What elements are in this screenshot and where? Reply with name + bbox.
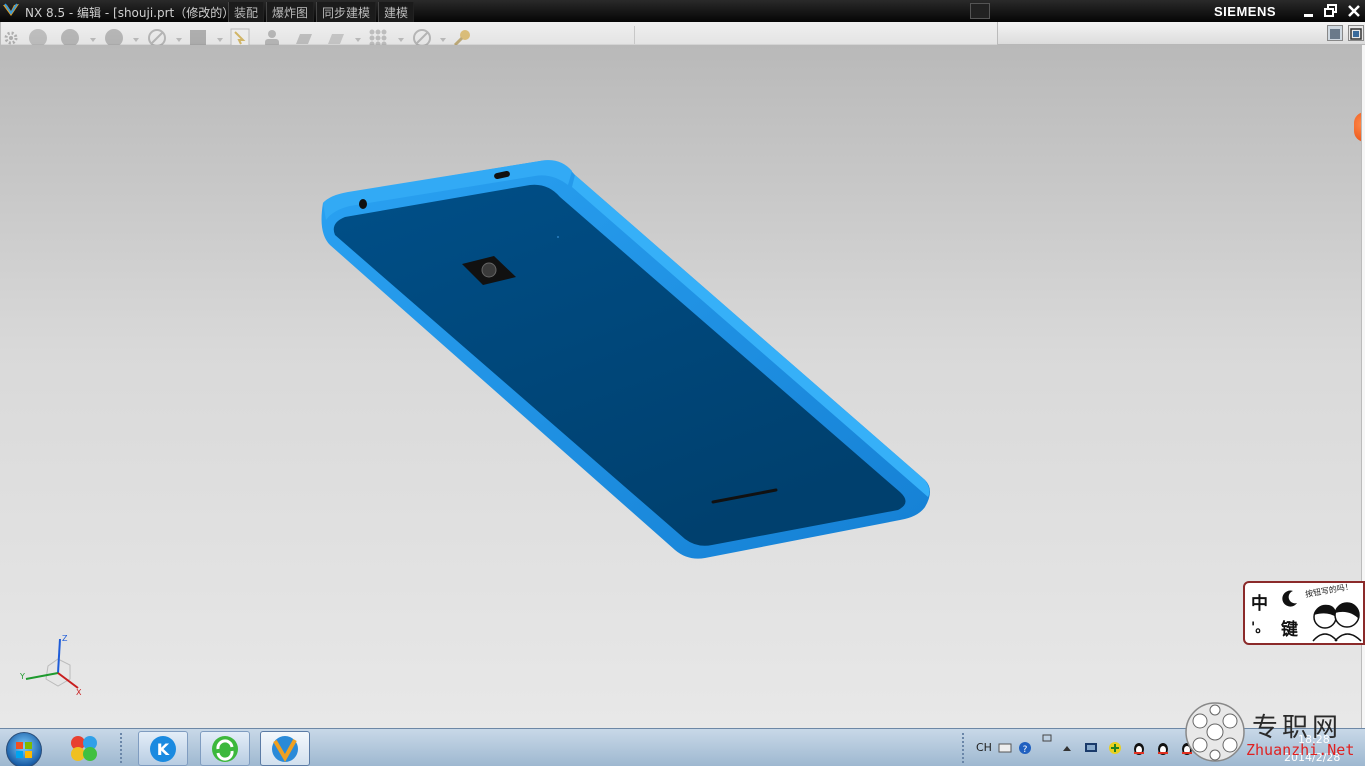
- brand-logo: SIEMENS: [1214, 4, 1277, 19]
- taskbar-app-nx[interactable]: [260, 731, 310, 766]
- keyboard-icon[interactable]: [998, 741, 1012, 755]
- axis-y-label: Y: [19, 672, 25, 681]
- nx-app-icon: [272, 736, 298, 763]
- toolbar-separator: [634, 26, 635, 44]
- svg-text:?: ?: [1023, 745, 1028, 755]
- sticker-char-zhong: 中: [1251, 594, 1268, 614]
- input-method-sticker[interactable]: 中 '。 键 按钮写的吗！: [1243, 581, 1365, 645]
- restore-icon: [1324, 4, 1337, 17]
- watermark-title: 专职网: [1252, 713, 1343, 743]
- nx-logo-icon: [3, 3, 19, 16]
- tab-modeling[interactable]: 建模: [378, 2, 415, 22]
- kugou-icon: K: [150, 736, 176, 762]
- windows-logo-icon: [16, 742, 32, 758]
- svg-text:K: K: [157, 740, 170, 759]
- gear-icon[interactable]: [3, 30, 19, 46]
- view-layout-button[interactable]: [1327, 25, 1343, 41]
- sticker-punct: '。: [1251, 620, 1270, 636]
- tab-synchronous-modeling[interactable]: 同步建模: [316, 2, 377, 22]
- taskbar-app-kugou[interactable]: K: [138, 731, 188, 766]
- restore-button[interactable]: [1322, 2, 1340, 20]
- toolbar: ⋯: [0, 22, 1365, 68]
- dropdown-arrow-icon[interactable]: [440, 38, 446, 42]
- taskbar-grip[interactable]: [120, 733, 126, 763]
- taskbar-app-update[interactable]: [200, 731, 250, 766]
- tab-list-icon[interactable]: [970, 3, 990, 19]
- axis-x-label: X: [76, 688, 82, 697]
- taskbar-app-colorful[interactable]: [64, 731, 104, 765]
- start-button[interactable]: [6, 732, 42, 766]
- colorful-app-icon: [71, 736, 97, 761]
- language-indicator[interactable]: CH: [976, 741, 992, 754]
- axis-triad: Z Y X: [19, 634, 82, 697]
- fullscreen-button[interactable]: [1348, 25, 1364, 41]
- camera-lens: [481, 262, 497, 278]
- dropdown-arrow-icon[interactable]: [133, 38, 139, 42]
- close-icon: [1348, 5, 1360, 17]
- window-switch-icon[interactable]: [1040, 733, 1054, 747]
- fullscreen-icon: [1350, 28, 1362, 40]
- cartoon-couple-icon: [1312, 602, 1362, 642]
- title-bar: NX 8.5 - 编辑 - [shouji.prt（修改的）] 装配 爆炸图 同…: [0, 0, 1365, 22]
- moon-icon: [1282, 590, 1297, 607]
- close-button[interactable]: [1345, 2, 1363, 20]
- watermark-globe-icon: [1185, 702, 1245, 762]
- dropdown-arrow-icon[interactable]: [217, 38, 223, 42]
- minimize-icon: [1304, 14, 1313, 17]
- sticker-char-jian: 键: [1281, 620, 1298, 640]
- dropdown-arrow-icon[interactable]: [398, 38, 404, 42]
- headphone-jack: [359, 199, 367, 209]
- help-icon[interactable]: ?: [1018, 741, 1032, 755]
- show-hidden-icons[interactable]: [1060, 741, 1074, 755]
- taskbar: K CH ? 18:28 2014/2/28 专职网 Zhuanzhi.Net: [0, 702, 1365, 766]
- window-title: NX 8.5 - 编辑 - [shouji.prt（修改的）]: [25, 6, 233, 20]
- qq-penguin-icon[interactable]: [1156, 741, 1170, 755]
- grid-icon: [1330, 29, 1340, 39]
- dropdown-arrow-icon[interactable]: [176, 38, 182, 42]
- graphics-viewport[interactable]: Z Y X 中 '。 键 按钮写的吗！: [0, 45, 1365, 728]
- dropdown-arrow-icon[interactable]: [90, 38, 96, 42]
- plus-badge-icon[interactable]: [1108, 741, 1122, 755]
- dropdown-arrow-icon[interactable]: [355, 38, 361, 42]
- tab-assembly[interactable]: 装配: [228, 2, 265, 22]
- application-tabs: 装配 爆炸图 同步建模 建模: [228, 2, 416, 22]
- tray-grip[interactable]: [962, 733, 968, 763]
- qq-penguin-icon[interactable]: [1132, 741, 1146, 755]
- network-monitor-icon[interactable]: [1084, 741, 1098, 755]
- refresh-icon: [212, 736, 238, 762]
- mic-hole: [557, 236, 559, 238]
- minimize-button[interactable]: [1300, 2, 1318, 20]
- tab-exploded-view[interactable]: 爆炸图: [266, 2, 315, 22]
- phone-model[interactable]: [0, 45, 1365, 728]
- watermark-url: Zhuanzhi.Net: [1246, 741, 1355, 759]
- axis-z-label: Z: [62, 634, 68, 643]
